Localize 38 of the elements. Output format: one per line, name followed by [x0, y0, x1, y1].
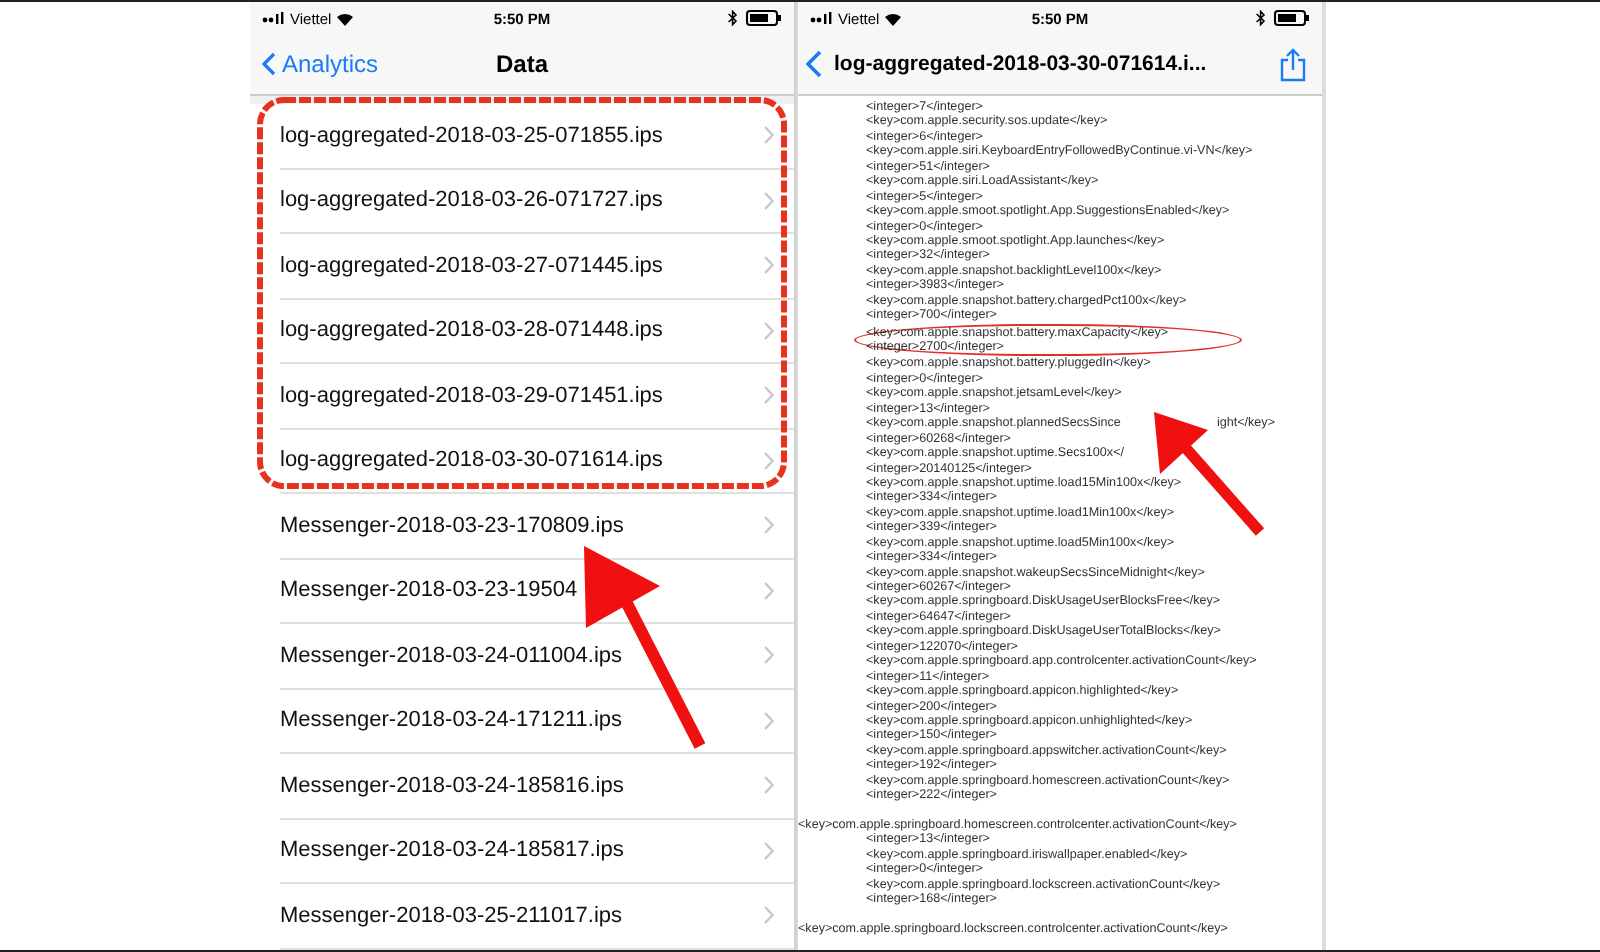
nav-title: log-aggregated-2018-03-30-071614.i...	[834, 52, 1209, 76]
signal-icon	[262, 12, 286, 24]
bluetooth-icon	[727, 10, 738, 26]
file-row[interactable]: log-aggregated-2018-03-29-071451.ips	[250, 364, 794, 429]
battery-icon	[1273, 10, 1310, 26]
chevron-icon	[764, 256, 774, 275]
chevron-icon	[764, 386, 774, 405]
file-row[interactable]: log-aggregated-2018-03-25-071855.ips	[250, 104, 794, 169]
wifi-icon	[883, 11, 902, 25]
chevron-icon	[764, 711, 774, 730]
chevron-icon	[764, 191, 774, 210]
file-row[interactable]: log-aggregated-2018-03-30-071614.ips	[250, 429, 794, 494]
chevron-icon	[764, 906, 774, 925]
file-row[interactable]: log-aggregated-2018-03-26-071727.ips	[250, 169, 794, 234]
file-row[interactable]: Messenger-2018-03-25-211017.ips	[250, 884, 794, 949]
wifi-icon	[335, 11, 354, 25]
chevron-icon	[764, 126, 774, 145]
chevron-icon	[764, 581, 774, 600]
share-icon[interactable]	[1280, 47, 1306, 81]
file-row[interactable]: Messenger-2018-03-24-171211.ips	[250, 689, 794, 754]
chevron-icon	[764, 321, 774, 340]
file-row[interactable]: Messenger-2018-03-24-011004.ips	[250, 624, 794, 689]
chevron-icon	[262, 52, 276, 76]
bluetooth-icon	[1255, 10, 1266, 26]
battery-icon	[745, 10, 782, 26]
chevron-icon	[764, 451, 774, 470]
back-button[interactable]: Analytics	[250, 48, 391, 80]
nav-title: Data	[493, 50, 551, 78]
file-row[interactable]: Messenger-2018-03-24-185816.ips	[250, 754, 794, 819]
file-row[interactable]: log-aggregated-2018-03-27-071445.ips	[250, 234, 794, 299]
signal-icon	[810, 12, 834, 24]
chevron-icon	[764, 516, 774, 535]
chevron-icon	[764, 841, 774, 860]
chevron-icon	[764, 646, 774, 665]
back-icon[interactable]	[806, 50, 822, 78]
file-row[interactable]: log-aggregated-2018-03-28-071448.ips	[250, 299, 794, 364]
file-row[interactable]: Messenger-2018-03-24-185817.ips	[250, 819, 794, 884]
chevron-icon	[764, 776, 774, 795]
